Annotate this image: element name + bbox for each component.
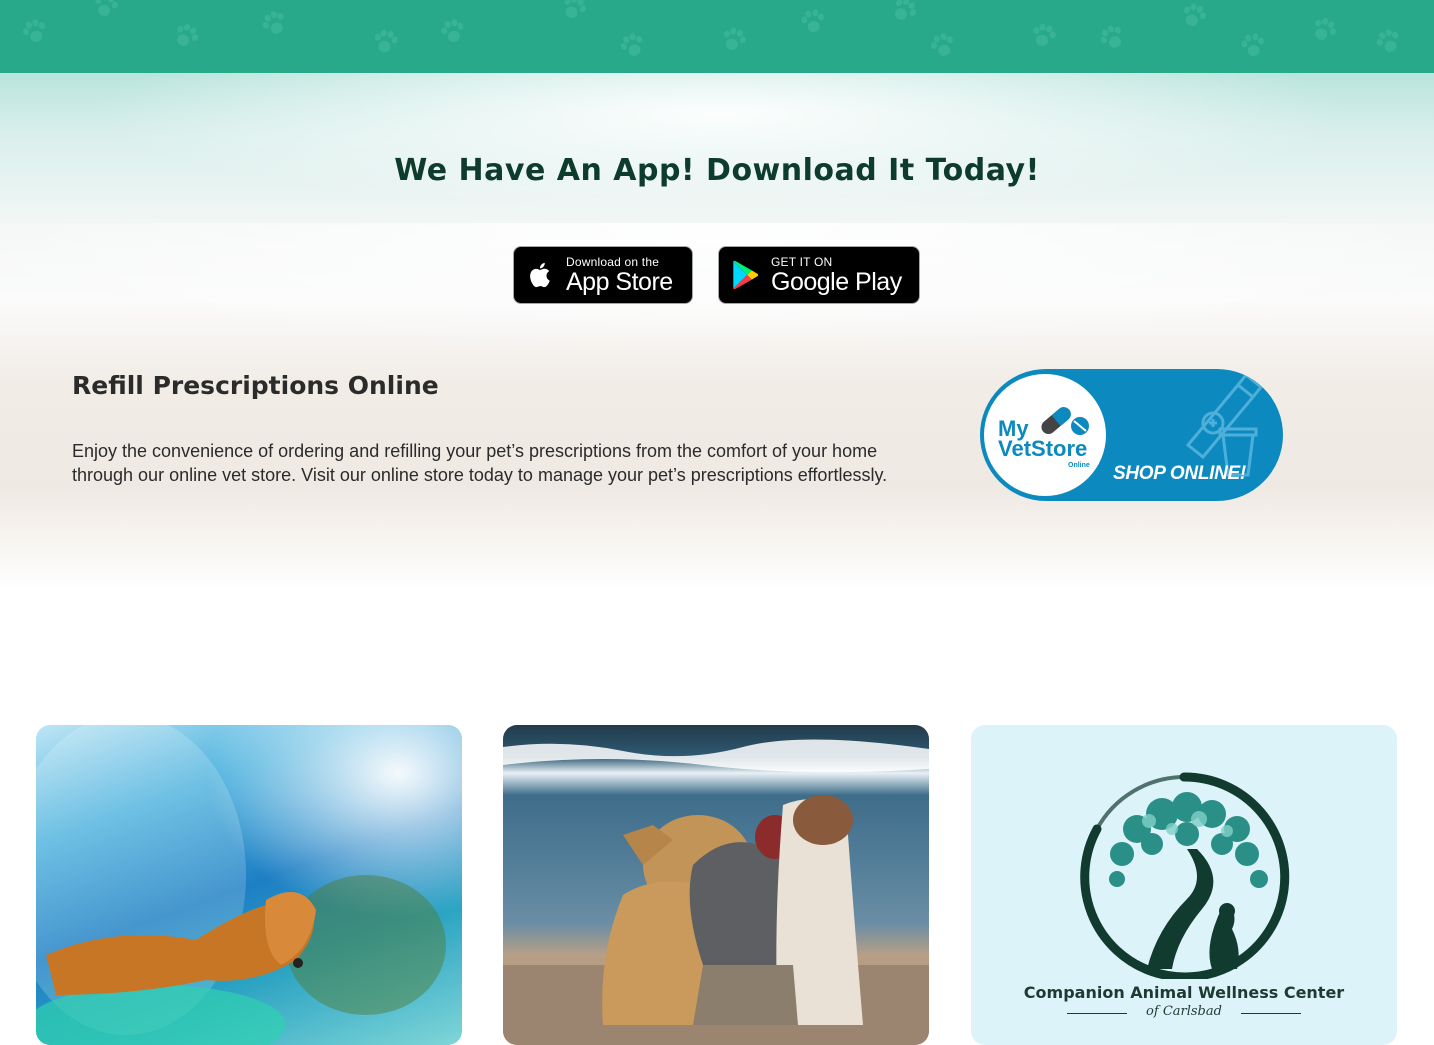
clinic-name: Companion Animal Wellness Center — [1023, 983, 1345, 1002]
myvetstore-logo-vetstore: VetStore — [998, 436, 1088, 461]
wave-foam-decoration — [0, 223, 1434, 343]
google-play-small-label: GET IT ON — [771, 254, 833, 269]
paw-print-icon — [370, 28, 400, 58]
paw-print-icon — [1027, 21, 1059, 53]
dogs-beach-card[interactable] — [503, 725, 929, 1045]
dog-swimming-image — [36, 725, 462, 1045]
paw-print-icon — [885, 0, 921, 29]
paw-print-icon — [18, 16, 51, 49]
myvetstore-logo: My VetStore Online — [984, 374, 1106, 496]
paw-print-icon — [798, 8, 828, 38]
paw-print-icon — [1372, 26, 1407, 61]
paw-print-icon — [926, 30, 959, 63]
myvetstore-logo-online: Online — [1068, 462, 1090, 469]
app-download-title: We Have An App! Download It Today! — [394, 153, 1040, 188]
myvetstore-shop-button[interactable]: My VetStore Online SHOP ONLINE! — [980, 369, 1283, 501]
app-store-small-label: Download on the — [566, 254, 660, 269]
google-play-label: Google Play — [771, 267, 902, 296]
clinic-tree-logo — [1080, 772, 1290, 979]
app-download-hero: We Have An App! Download It Today! Downl… — [0, 73, 1434, 591]
clinic-logo-card[interactable]: Companion Animal Wellness Center of Carl… — [971, 725, 1397, 1045]
paw-print-icon — [556, 0, 591, 26]
paw-print-icon — [89, 0, 121, 23]
paw-print-icon — [1095, 21, 1131, 57]
paw-print-icon — [257, 7, 293, 43]
paw-print-icon — [1176, 0, 1209, 33]
divider-right — [1241, 1013, 1301, 1014]
woman-with-dogs-image — [503, 739, 929, 1045]
shop-online-label: SHOP ONLINE! — [1113, 463, 1246, 484]
pill-capsule-icon — [1041, 407, 1089, 435]
app-store-button[interactable]: Download on the App Store — [513, 246, 693, 304]
paw-print-icon — [1305, 13, 1341, 49]
paw-print-icon — [716, 24, 749, 57]
apple-icon — [530, 262, 550, 288]
clinic-subtitle: of Carlsbad — [1146, 1004, 1222, 1019]
refill-title: Refill Prescriptions Online — [72, 371, 439, 400]
paw-print-icon — [616, 30, 651, 65]
google-play-button[interactable]: GET IT ON Google Play — [718, 246, 920, 304]
app-store-label: App Store — [566, 267, 673, 296]
google-play-icon — [733, 260, 759, 290]
paw-print-icon — [437, 17, 469, 49]
paw-print-icon — [1238, 32, 1268, 62]
dog-swimming-card[interactable] — [36, 725, 462, 1045]
refill-description: Enjoy the convenience of ordering and re… — [72, 441, 888, 485]
top-decorative-band — [0, 0, 1434, 73]
paw-print-icon — [167, 19, 203, 55]
